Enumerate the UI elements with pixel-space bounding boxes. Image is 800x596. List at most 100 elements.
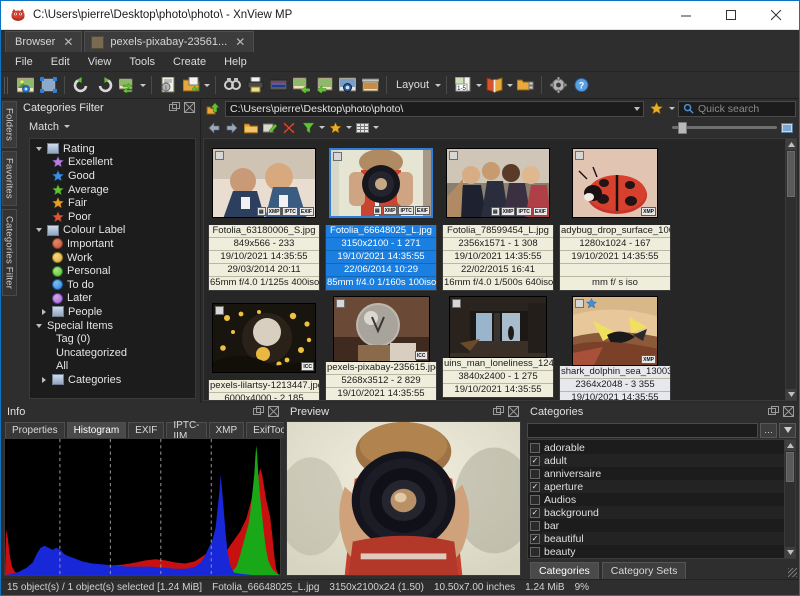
thumbnail-cell[interactable]: ▤ XMP IPTC EXIF Fotolia_78599454_L.jpg 2… [441, 141, 555, 293]
tree-item-special-items[interactable]: Special Items [30, 319, 195, 333]
float-panel-icon[interactable] [768, 406, 780, 418]
tree-item-all[interactable]: All [30, 360, 195, 374]
sidebar-item-categories-filter[interactable]: Categories Filter [2, 209, 17, 296]
category-checkbox[interactable] [530, 521, 540, 531]
thumbnail-size-icon[interactable]: 1-5 [452, 74, 474, 96]
category-row[interactable]: ✓ background [528, 506, 784, 519]
maximize-button[interactable] [709, 1, 754, 30]
category-checkbox[interactable] [530, 547, 540, 557]
menu-tools[interactable]: Tools [121, 54, 163, 70]
close-panel-icon[interactable] [268, 406, 280, 418]
float-panel-icon[interactable] [169, 102, 181, 114]
tree-item-rating[interactable]: Rating [30, 142, 195, 156]
tab-properties[interactable]: Properties [5, 422, 65, 438]
batch-rename-icon[interactable] [180, 74, 202, 96]
match-row[interactable]: Match [17, 117, 200, 136]
thumbnail-grid[interactable]: ▤ XMP IPTC EXIF Fotolia_63180006_S.jpg 8… [204, 139, 785, 400]
fullscreen-icon[interactable] [37, 74, 59, 96]
tree-item-poor[interactable]: Poor [30, 210, 195, 224]
category-row[interactable]: ✓ aperture [528, 480, 784, 493]
grid-scrollbar[interactable] [785, 139, 796, 400]
menu-file[interactable]: File [7, 54, 41, 70]
close-panel-icon[interactable] [508, 406, 520, 418]
forward-icon[interactable] [223, 119, 241, 136]
thumbnail-image-box[interactable]: ▤ XMP IPTC EXIF [207, 141, 321, 225]
categories-menu-icon[interactable] [779, 423, 796, 438]
folder-settings-icon[interactable] [514, 74, 536, 96]
category-row[interactable]: anniversaire [528, 467, 784, 480]
categories-more-button[interactable]: … [760, 423, 777, 438]
thumbnail-checkbox[interactable] [333, 152, 342, 161]
tree-item-to-do[interactable]: To do [30, 278, 195, 292]
category-row[interactable]: adorable [528, 441, 784, 454]
layout-dropdown-icon[interactable] [435, 84, 441, 87]
thumbnail-image[interactable]: ▤ XMP IPTC EXIF [446, 148, 550, 218]
menu-view[interactable]: View [80, 54, 120, 70]
view-mode-icon[interactable] [353, 119, 371, 136]
thumbnail-image-box[interactable]: ▤ XMP IPTC EXIF [441, 141, 555, 225]
tree-item-excellent[interactable]: Excellent [30, 156, 195, 170]
thumbnail-image[interactable]: ▤ XMP IPTC EXIF [212, 148, 316, 218]
thumbnail-cell[interactable]: ▤ XMP IPTC EXIF Fotolia_66648025_L.jpg 3… [324, 141, 438, 293]
filter-dropdown-icon[interactable] [319, 126, 325, 129]
thumbnail-image[interactable]: XMP [572, 296, 658, 366]
category-row[interactable]: ✓ beautiful [528, 532, 784, 545]
thumbnail-checkbox[interactable] [452, 299, 461, 308]
slideshow-icon[interactable] [359, 74, 381, 96]
menu-help[interactable]: Help [216, 54, 255, 70]
thumbnail-checkbox[interactable] [575, 299, 584, 308]
category-row[interactable]: beauty [528, 545, 784, 558]
tree-item-average[interactable]: Average [30, 183, 195, 197]
categories-filter-tree[interactable]: Rating Excellent Good Average Fair [29, 138, 196, 399]
thumbnail-checkbox[interactable] [215, 151, 224, 160]
tree-item-people[interactable]: People [30, 305, 195, 319]
category-row[interactable]: Audios [528, 493, 784, 506]
close-panel-icon[interactable] [184, 102, 196, 114]
thumbnail-image[interactable]: ICC [212, 303, 316, 373]
tree-item-work[interactable]: Work [30, 251, 195, 265]
category-checkbox[interactable]: ✓ [530, 534, 540, 544]
back-icon[interactable] [204, 119, 222, 136]
tab-browser[interactable]: Browser ✕ [5, 31, 82, 52]
thumbnail-checkbox[interactable] [215, 306, 224, 315]
tree-item-important[interactable]: Important [30, 237, 195, 251]
convert-icon[interactable] [116, 74, 138, 96]
view-image-icon[interactable] [14, 74, 36, 96]
address-dropdown-icon[interactable] [634, 107, 640, 111]
favorite-dropdown-icon[interactable] [669, 107, 675, 110]
twisty-down-icon[interactable] [34, 147, 43, 151]
thumbnail-cell[interactable]: ICC pexels-lilartsy-1213447.jpg 6000x400… [207, 296, 321, 400]
preview-image[interactable] [286, 421, 521, 576]
convert-dropdown-icon[interactable] [140, 84, 146, 87]
twisty-down-icon[interactable] [34, 228, 43, 232]
categories-search-input[interactable] [527, 423, 758, 438]
thumbnail-cell[interactable]: XMP adybug_drop_surface_1062.. 1280x1024… [558, 141, 672, 293]
tree-item-tag[interactable]: Tag (0) [30, 332, 195, 346]
tree-item-good[interactable]: Good [30, 169, 195, 183]
thumbnail-checkbox[interactable] [336, 299, 345, 308]
category-checkbox[interactable]: ✓ [530, 482, 540, 492]
category-row[interactable]: ✓ adult [528, 454, 784, 467]
thumbnail-image-box[interactable]: ICC [207, 296, 321, 380]
sidebar-item-favorites[interactable]: Favorites [2, 151, 17, 206]
view-mode-dropdown-icon[interactable] [373, 126, 379, 129]
tree-item-fair[interactable]: Fair [30, 196, 195, 210]
toolbar-grip[interactable] [4, 77, 10, 94]
category-checkbox[interactable]: ✓ [530, 456, 540, 466]
twisty-right-icon[interactable] [39, 309, 48, 315]
thumbnail-size-reset-icon[interactable] [778, 119, 796, 136]
rotate-left-icon[interactable] [70, 74, 92, 96]
favorite-star-icon[interactable] [647, 100, 665, 117]
twisty-down-icon[interactable] [34, 324, 43, 328]
thumbnail-image-box[interactable] [441, 296, 555, 358]
settings-icon[interactable] [547, 74, 569, 96]
scrollbar-thumb[interactable] [787, 151, 795, 197]
tab-image-close-icon[interactable]: ✕ [233, 36, 247, 48]
screen-capture-icon[interactable] [336, 74, 358, 96]
scrollbar-thumb[interactable] [786, 452, 794, 482]
help-icon[interactable]: ? [570, 74, 592, 96]
thumbnail-image-box[interactable]: XMP [558, 141, 672, 225]
thumbnail-image-box[interactable]: ▤ XMP IPTC EXIF [324, 141, 438, 225]
scan-icon[interactable] [267, 74, 289, 96]
delete-icon[interactable] [280, 119, 298, 136]
